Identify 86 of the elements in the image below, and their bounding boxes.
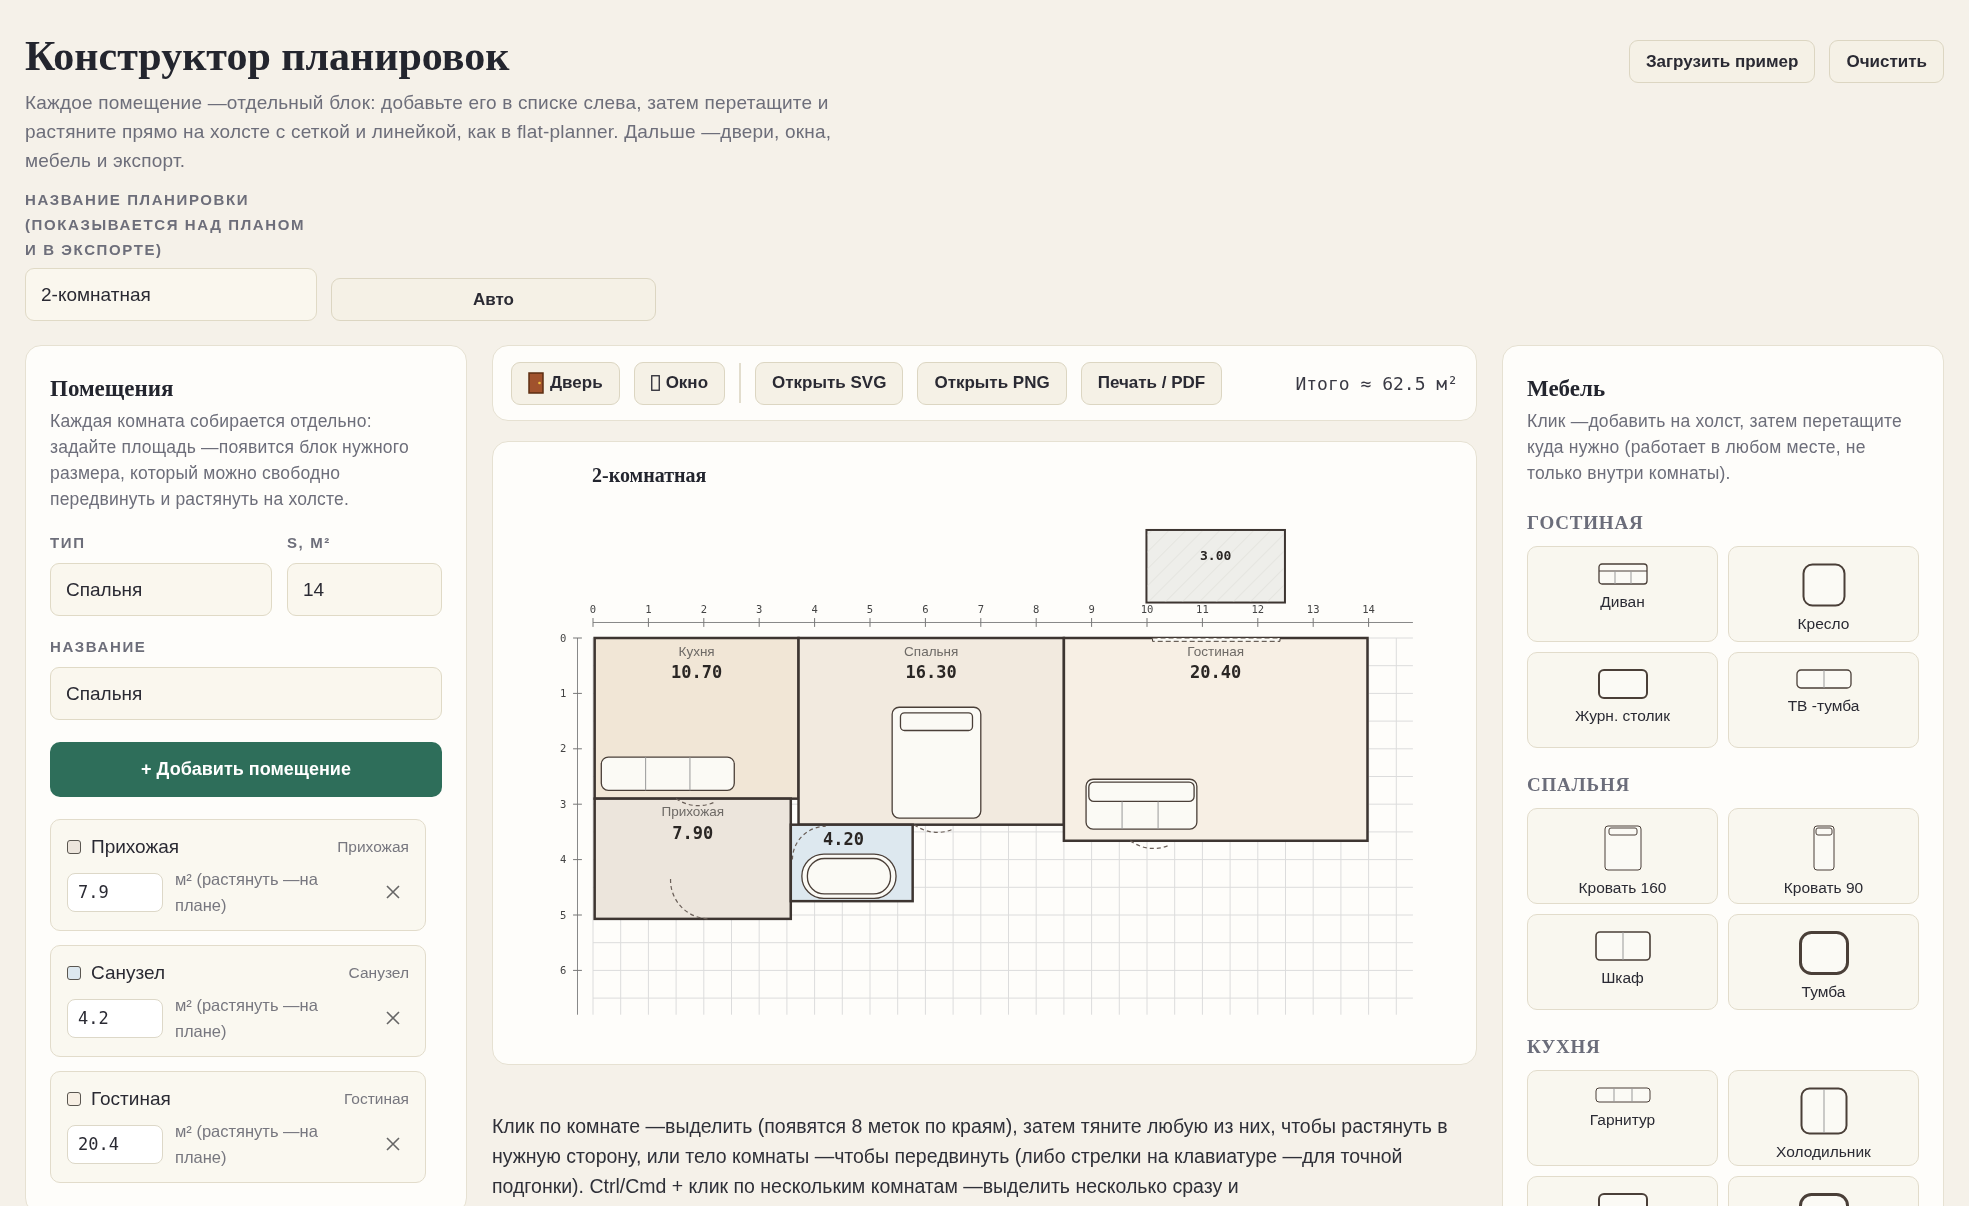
room-name: Гостиная [1187,643,1245,659]
page-description: Каждое помещение —отдельный блок: добавьте его в списке слева, затем перетащите и растяните прямо на холсте с сеткой и линейкой, как в flat-planner. Дальше —двери, окна, мебель и экспорт. [25,91,833,173]
ruler-label: 2 [560,742,567,755]
auto-button[interactable]: Авто [331,278,656,321]
room-area-field[interactable]: 4.2 [67,998,163,1038]
room-item[interactable]: Санузел Санузел 4.2 м² (растянуть —на плане) [50,945,426,1057]
room-area: 7.90 [672,823,714,844]
room-area: 10.70 [671,662,723,683]
unit-note: м² (растянуть —на плане) [175,869,319,916]
ruler-label: 6 [922,602,929,615]
room-item[interactable]: Гостиная Гостиная 20.4 м² (растянуть —на плане) [50,1071,426,1183]
room-type: Гостиная [343,1090,409,1108]
ruler-label: 6 [560,963,567,976]
furniture-tile[interactable]: Диван [1527,546,1718,642]
room-item[interactable]: Прихожая Прихожая 7.9 м² (растянуть —на плане) [50,819,426,931]
ruler-label: 2 [700,602,707,615]
ruler-label: 0 [560,631,567,644]
header-button[interactable]: Загрузить пример [1628,40,1816,83]
header-button[interactable]: Очистить [1829,40,1944,83]
section-title: СПАЛЬНЯ [1527,774,1632,796]
room-area-field[interactable]: 20.4 [67,1124,163,1164]
ruler-label: 1 [645,602,652,615]
ruler-label: 13 [1306,602,1320,615]
panel-title: Помещения [50,376,175,402]
field-label: S, М² [287,533,332,553]
furniture-tile[interactable]: Журн. столик [1527,652,1718,748]
ruler-label: 11 [1196,602,1209,615]
unit-note: м² (растянуть —на плане) [175,995,319,1042]
ruler-label: 0 [589,602,597,615]
ruler-label: 4 [560,853,567,866]
hint-text: Клик по комнате —выделить (появятся 8 меток по краям), затем тяните любую из них, чтобы растянуть в нужную сторону, или тело комнаты —чтобы передвинуть (либо стрелки на клавиатуре —для точной подгонки). Ctrl/Cmd + клик по нескольким комнатам —выделить несколько сразу и [492,1114,1449,1199]
furniture-tile[interactable]: Кресло [1728,546,1919,642]
furniture-tile[interactable]: ТВ -тумба [1728,652,1919,748]
total-area: Итого ≈ 62.5 м² [1295,372,1458,394]
room-area: 4.20 [822,829,864,850]
export-button[interactable]: Открыть SVG [755,361,904,405]
ruler-label: 1 [560,686,567,699]
field-label: НАЗВАНИЕ ПЛАНИРОВКИ (ПОКАЗЫВАЕТСЯ НАД ПЛАНОМ И В ЭКСПОРТЕ) [25,190,306,260]
furniture-tile[interactable]: Кровать 160 [1527,808,1718,904]
room-name-field[interactable]: Прихожая [91,836,328,858]
room-name: Прихожая [661,804,724,820]
type-select[interactable]: Спальня [50,563,272,616]
panel-description: Клик —добавить на холст, затем перетащите куда нужно (работает в любом месте, не только внутри комнаты). [1527,410,1903,485]
ruler-label: 7 [977,602,984,615]
plan-name-field[interactable]: 2-комнатная [25,268,317,321]
ruler-label: 9 [1088,602,1095,615]
ruler-label: 3 [756,602,763,615]
ruler-label: 5 [560,908,567,921]
page-title: Конструктор планировок [25,32,511,80]
room-area: 20.40 [1190,662,1242,683]
ruler-label: 4 [811,602,818,615]
name-field[interactable]: Спальня [50,667,442,720]
insert-button[interactable]: Дверь [511,361,620,405]
room-name: Спальня [904,643,959,659]
section-title: КУХНЯ [1527,1036,1602,1058]
furniture-tile[interactable]: Кровать 90 [1728,808,1919,904]
panel-title: Мебель [1527,376,1607,402]
area-field[interactable]: 14 [287,563,442,616]
ruler-label: 12 [1251,602,1265,615]
ruler-label: 10 [1140,602,1154,615]
room-name-field[interactable]: Санузел [91,962,339,984]
furniture-tile[interactable]: Холодильник [1728,1070,1919,1166]
furniture-tile[interactable]: Гарнитур [1527,1070,1718,1166]
insert-button[interactable]: Окно [633,361,726,405]
unit-note: м² (растянуть —на плане) [175,1121,319,1168]
furniture-tile[interactable]: Шкаф [1527,914,1718,1010]
export-button[interactable]: Открыть PNG [917,361,1067,405]
export-button[interactable]: Печать / PDF [1080,361,1223,405]
ruler-label: 8 [1033,602,1040,615]
section-title: ГОСТИНАЯ [1527,512,1645,534]
add-room-button[interactable]: + Добавить помещение [50,742,442,797]
room-name-field[interactable]: Гостиная [91,1088,334,1110]
ruler-label: 3 [560,797,567,810]
ruler-label: 5 [866,602,874,615]
room-name: Кухня [678,643,715,659]
field-label: ТИП [50,533,87,553]
room-area: 16.30 [905,662,957,683]
ruler-label: 14 [1362,602,1375,615]
furniture-tile[interactable]: Тумба [1728,914,1919,1010]
room-area: 3.00 [1200,548,1232,564]
plan-title: 2-комнатная [592,464,707,487]
room-type: Санузел [348,964,409,982]
room-area-field[interactable]: 7.9 [67,872,163,912]
panel-description: Каждая комната собирается отдельно: задайте площадь —появится блок нужного размера, который можно свободно передвинуть и растянуть на холсте. [50,410,410,511]
field-label: НАЗВАНИЕ [50,637,148,657]
room-type: Прихожая [337,838,409,856]
